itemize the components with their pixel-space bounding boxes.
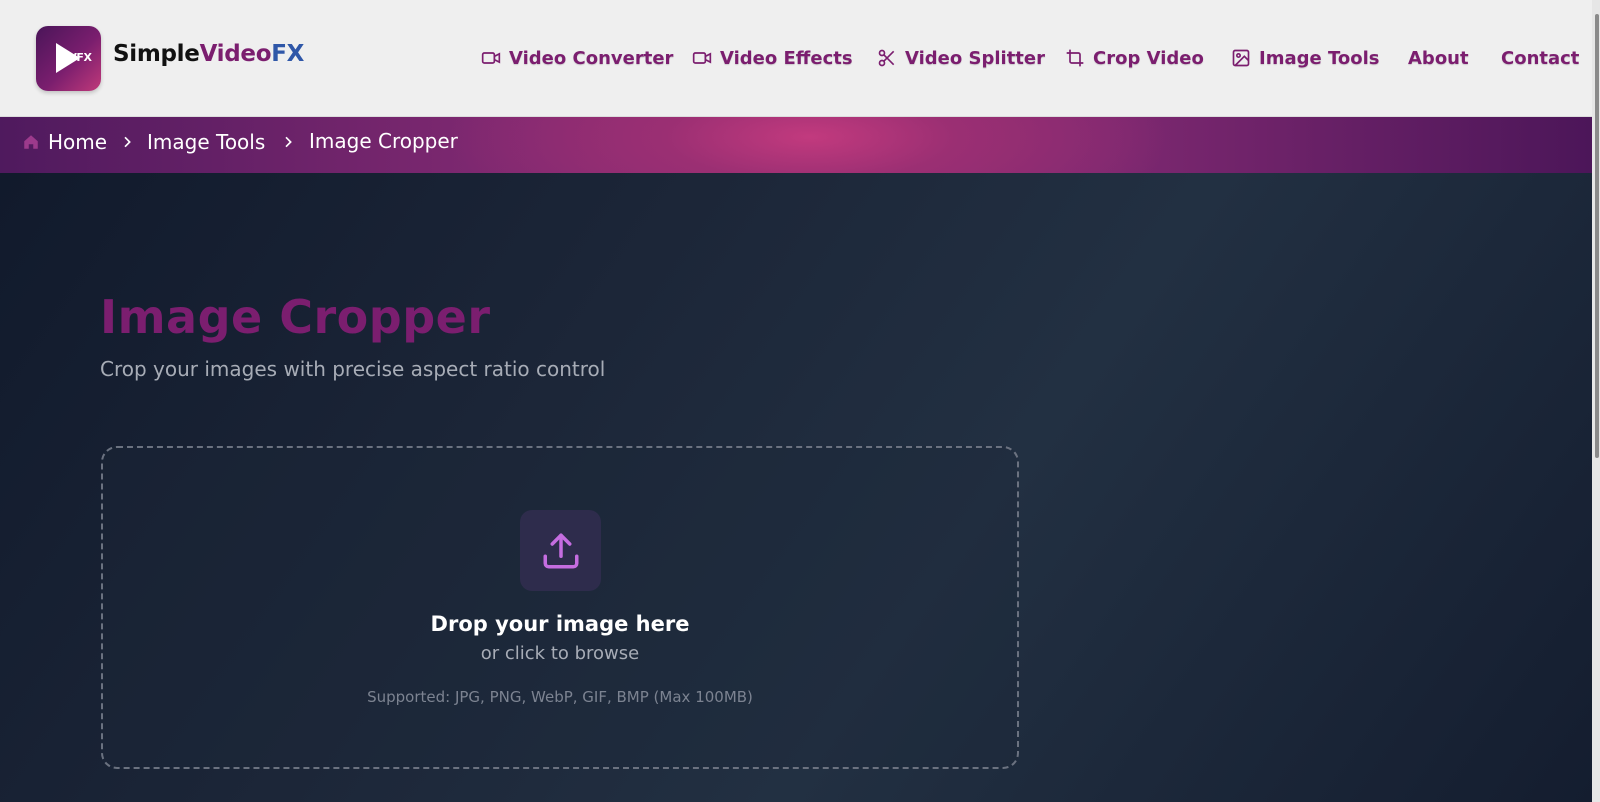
upload-icon [543,533,578,568]
logo-mini-text: SVFX [61,51,92,64]
upload-icon-box[interactable] [520,510,601,591]
video-camera-icon [481,52,501,64]
chevron-right-icon [285,136,292,148]
breadcrumb-current: Image Cropper [309,129,458,153]
nav-video-splitter[interactable]: Video Splitter [877,45,1045,71]
brand-name[interactable]: SimpleVideoFX [113,41,304,67]
scissors-icon [878,49,895,67]
crop-icon [1066,49,1084,67]
image-dropzone[interactable] [101,446,1019,769]
chevron-right-icon [124,136,131,148]
video-camera-icon [692,52,712,64]
nav-label: Crop Video [1093,47,1204,69]
breadcrumb-home[interactable]: Home [48,130,107,154]
nav-label: Image Tools [1259,47,1380,69]
dropzone-supported-formats: Supported: JPG, PNG, WebP, GIF, BMP (Max… [367,688,753,706]
nav-label: About [1408,47,1469,69]
nav-video-converter[interactable]: Video Converter [481,45,673,71]
brand-name-video: Video [199,41,272,67]
nav-about[interactable]: About [1408,45,1469,71]
page-title: Image Cropper [100,290,491,344]
dropzone-browse-text: or click to browse [480,643,640,664]
nav-label: Contact [1501,47,1580,69]
page-subtitle: Crop your images with precise aspect rat… [100,357,606,381]
page-scrollbar[interactable] [1592,0,1600,802]
scrollbar-thumb[interactable] [1595,14,1599,458]
nav-label: Video Converter [509,47,674,69]
nav-video-effects[interactable]: Video Effects [692,45,853,71]
site-header: SVFX SimpleVideoFX Video Converter Video… [0,0,1600,117]
nav-contact[interactable]: Contact [1501,45,1579,71]
breadcrumb-image-tools[interactable]: Image Tools [147,130,265,154]
nav-crop-video[interactable]: Crop Video [1065,45,1204,71]
logo-icon[interactable]: SVFX [36,26,101,91]
dropzone-title: Drop your image here [430,612,690,636]
brand-name-fx: FX [271,41,305,67]
nav-label: Video Effects [720,47,853,69]
home-icon[interactable] [22,133,40,151]
nav-image-tools[interactable]: Image Tools [1231,45,1379,71]
brand-name-simple: Simple [113,41,200,67]
image-icon [1232,49,1250,67]
nav-label: Video Splitter [905,47,1045,69]
